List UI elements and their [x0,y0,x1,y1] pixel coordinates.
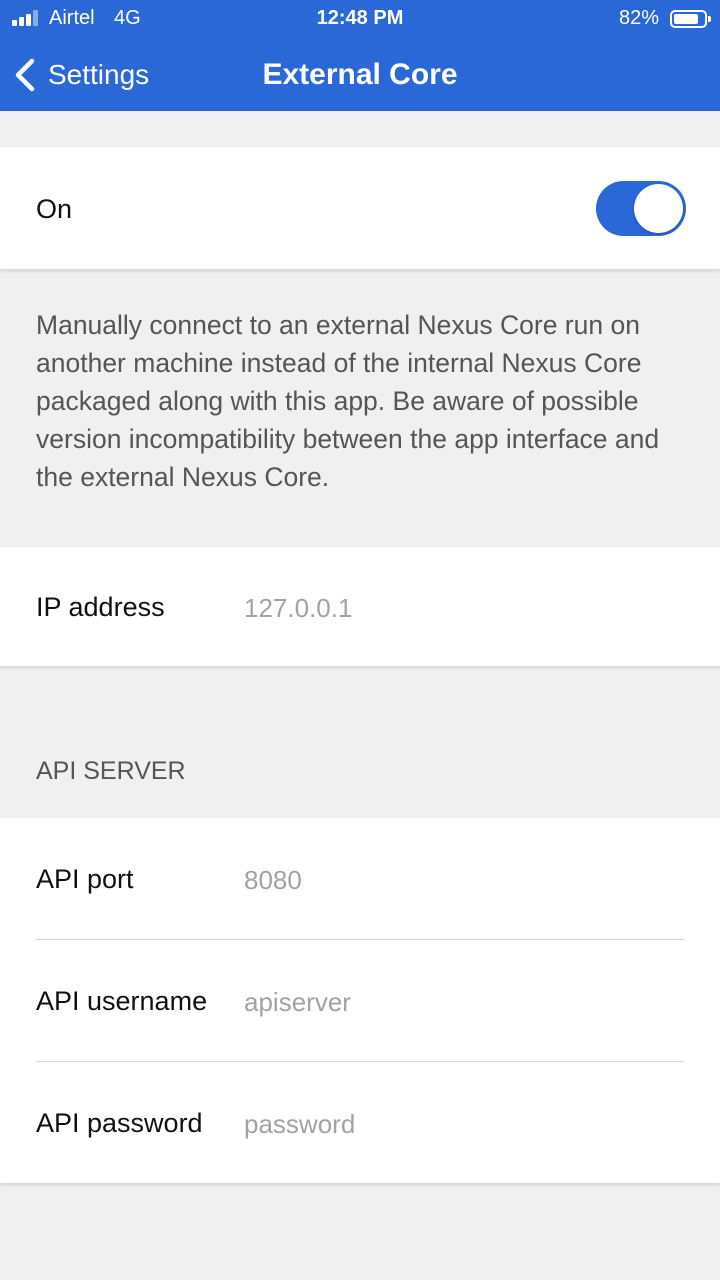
ip-address-row[interactable]: IP address 127.0.0.1 [0,547,720,666]
toggle-knob [634,184,683,233]
row-divider [36,1061,684,1062]
external-core-description: Manually connect to an external Nexus Co… [36,310,660,492]
header-bar: Airtel 4G 12:48 PM 82% Settings External… [0,0,720,111]
api-password-label: API password [36,1108,203,1138]
enable-external-core-row: On [0,147,720,269]
ip-address-input[interactable]: 127.0.0.1 [244,593,352,624]
status-time: 12:48 PM [316,7,404,29]
navigation-bar: Settings External Core [0,38,720,111]
chevron-left-icon [15,58,35,91]
api-port-label: API port [36,864,134,894]
api-username-label: API username [36,986,208,1016]
enable-toggle-label: On [36,194,73,224]
row-divider [36,939,684,940]
api-password-input[interactable]: password [244,1109,355,1140]
battery-percent: 82% [619,7,660,29]
back-button-label: Settings [48,58,150,90]
api-port-input[interactable]: 8080 [244,865,302,896]
api-server-group: API port 8080 API username apiserver API… [0,818,720,1183]
api-server-section-header: API SERVER [36,757,186,785]
ip-address-label: IP address [36,592,165,622]
enable-external-core-toggle[interactable] [596,181,686,236]
status-bar: Airtel 4G 12:48 PM 82% [0,0,720,38]
back-button[interactable]: Settings [10,38,149,111]
api-username-input[interactable]: apiserver [244,987,351,1018]
battery-icon [670,10,711,28]
